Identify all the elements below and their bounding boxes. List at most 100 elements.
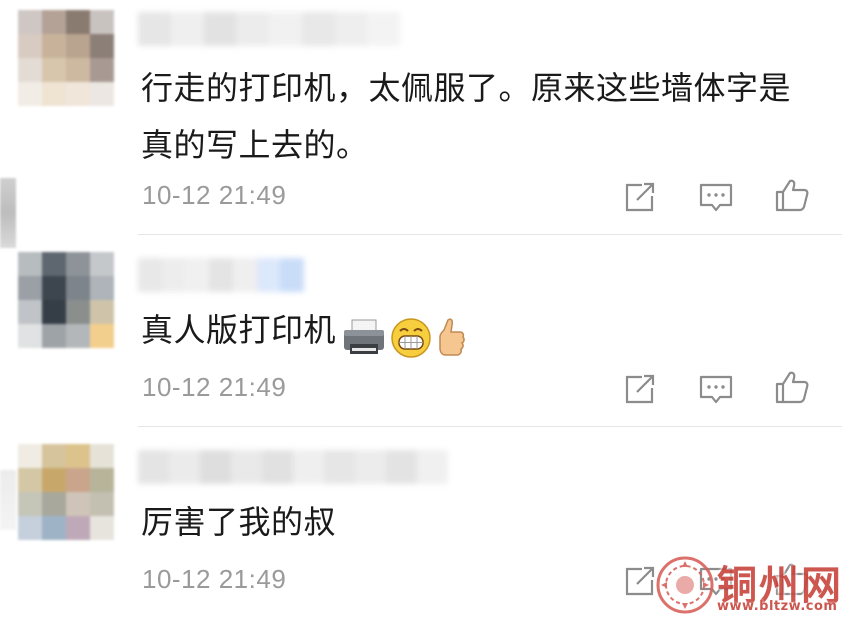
- avatar-pixel: [66, 468, 90, 492]
- avatar-pixel: [42, 10, 66, 34]
- avatar-pixel: [42, 324, 66, 348]
- username-blur-block: [367, 12, 400, 46]
- username-blur-block: [280, 258, 305, 292]
- username-blur-block: [200, 450, 231, 484]
- avatar-pixel: [18, 34, 42, 58]
- username-blur-block: [269, 12, 302, 46]
- avatar-pixel: [18, 516, 42, 540]
- avatar-pixel: [90, 516, 114, 540]
- avatar-pixel: [66, 276, 90, 300]
- divider: [138, 234, 842, 235]
- username-blur-block: [236, 12, 269, 46]
- like-icon[interactable]: [774, 369, 810, 405]
- username-blur-block: [170, 12, 204, 46]
- avatar-pixel: [18, 82, 42, 106]
- username-blurred[interactable]: [138, 12, 400, 46]
- avatar-pixel: [90, 58, 114, 82]
- avatar-pixel: [90, 300, 114, 324]
- watermark-url: www.bltzw.com: [717, 599, 838, 614]
- avatar-pixel: [90, 492, 114, 516]
- timestamp: 10-12 21:49: [142, 564, 287, 594]
- avatar-pixel: [42, 276, 66, 300]
- avatar-pixel: [90, 10, 114, 34]
- avatar-pixel: [18, 444, 42, 468]
- avatar-pixel: [42, 468, 66, 492]
- avatar-pixel: [90, 444, 114, 468]
- comment-text: 真人版打印机: [141, 302, 814, 365]
- avatar-pixel: [42, 34, 66, 58]
- reply-icon[interactable]: [698, 179, 734, 215]
- divider: [138, 426, 842, 427]
- username-blur-block: [203, 12, 237, 46]
- avatar-pixel: [42, 300, 66, 324]
- seal-logo-icon: [656, 556, 714, 614]
- username-blur-block: [138, 12, 171, 46]
- avatar-pixel: [18, 324, 42, 348]
- avatar-pixel: [66, 324, 90, 348]
- avatar-pixel: [90, 468, 114, 492]
- username-blurred[interactable]: [138, 258, 305, 292]
- username-blur-block: [209, 258, 233, 292]
- avatar-pixel: [18, 58, 42, 82]
- comment-text: 厉害了我的叔: [141, 503, 337, 541]
- avatar-pixel: [66, 34, 90, 58]
- username-blur-block: [232, 258, 257, 292]
- avatar-pixel: [66, 492, 90, 516]
- share-icon[interactable]: [622, 563, 658, 599]
- comment-item: 真人版打印机 10-12 21:49: [0, 236, 854, 428]
- username-blur-block: [293, 450, 324, 484]
- avatar-pixel: [90, 276, 114, 300]
- username-blur-block: [231, 450, 262, 484]
- username-blur-block: [355, 450, 386, 484]
- emoji-row: [342, 308, 470, 365]
- comment-text-content: 真人版打印机: [141, 311, 337, 349]
- avatar-pixel: [18, 252, 42, 276]
- avatar[interactable]: [18, 10, 114, 106]
- avatar-pixel: [42, 444, 66, 468]
- timestamp: 10-12 21:49: [142, 372, 287, 402]
- comment-text: 行走的打印机，太佩服了。原来这些墙体字是真的写上去的。: [141, 69, 792, 164]
- username-blur-block: [169, 450, 200, 484]
- avatar-pixel: [66, 516, 90, 540]
- site-watermark: 铜州网 www.bltzw.com: [655, 555, 850, 617]
- share-icon[interactable]: [622, 179, 658, 215]
- avatar-pixel: [42, 58, 66, 82]
- username-blur-block: [138, 258, 162, 292]
- timestamp: 10-12 21:49: [142, 180, 287, 210]
- username-blur-block: [262, 450, 293, 484]
- username-blur-block: [301, 12, 335, 46]
- grin-emoji: [391, 318, 431, 358]
- avatar[interactable]: [18, 444, 114, 540]
- avatar-pixel: [66, 252, 90, 276]
- avatar-pixel: [66, 82, 90, 106]
- avatar-pixel: [18, 300, 42, 324]
- avatar-pixel: [42, 252, 66, 276]
- avatar-pixel: [42, 82, 66, 106]
- avatar-pixel: [66, 300, 90, 324]
- reply-icon[interactable]: [698, 371, 734, 407]
- avatar-pixel: [42, 492, 66, 516]
- avatar-pixel: [90, 324, 114, 348]
- share-icon[interactable]: [622, 371, 658, 407]
- avatar-pixel: [18, 276, 42, 300]
- printer-emoji: [344, 319, 385, 354]
- username-blur-block: [161, 258, 186, 292]
- username-blur-block: [185, 258, 210, 292]
- avatar-pixel: [18, 10, 42, 34]
- username-blur-block: [324, 450, 355, 484]
- avatar-pixel: [42, 516, 66, 540]
- thumbs-up-emoji: [439, 318, 465, 356]
- avatar-pixel: [90, 82, 114, 106]
- username-blur-block: [386, 450, 417, 484]
- username-blur-block: [334, 12, 368, 46]
- avatar-pixel: [18, 468, 42, 492]
- avatar-pixel: [66, 444, 90, 468]
- username-blurred[interactable]: [138, 450, 448, 484]
- username-blur-block: [417, 450, 448, 484]
- username-blur-block: [256, 258, 281, 292]
- comment-item: 行走的打印机，太佩服了。原来这些墙体字是真的写上去的。 10-12 21:49: [0, 0, 854, 236]
- avatar-pixel: [66, 58, 90, 82]
- like-icon[interactable]: [774, 177, 810, 213]
- avatar[interactable]: [18, 252, 114, 348]
- username-blur-block: [138, 450, 169, 484]
